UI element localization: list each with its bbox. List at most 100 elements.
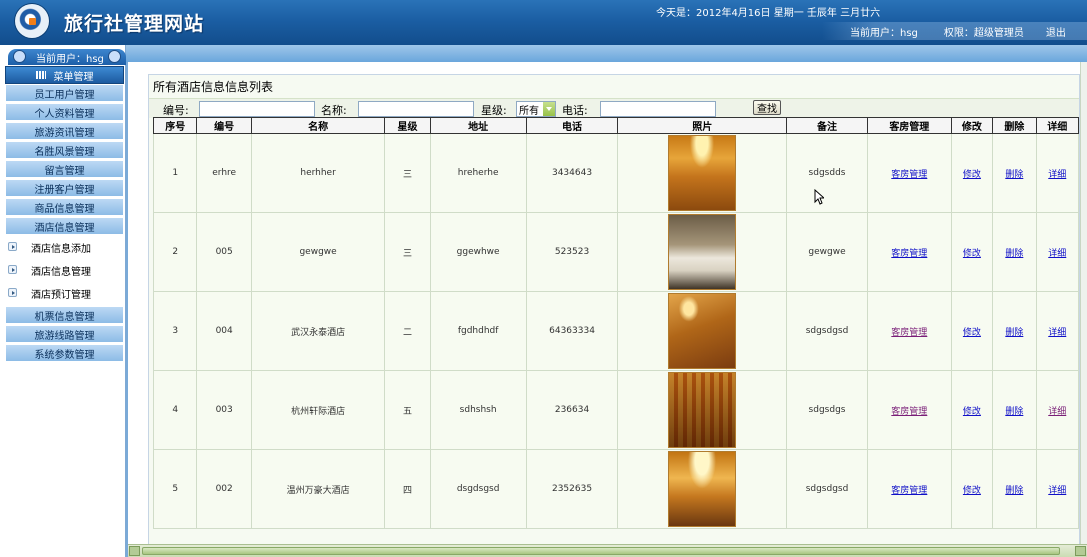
sidebar-item-customers[interactable]: 注册客户管理 [5,179,124,197]
sidebar-item-flights[interactable]: 机票信息管理 [5,306,124,324]
sidebar-item-messages[interactable]: 留言管理 [5,160,124,178]
delete-link[interactable]: 删除 [1005,249,1023,259]
row-name-cell: gewgwe [250,212,386,292]
row-note: sdgsdgsd [805,484,849,494]
room-manage-link[interactable]: 客房管理 [891,486,927,496]
row-address-cell: fgdhdhdf [429,291,527,371]
main-content: 所有酒店信息信息列表 编号: 名称: 星级: 所有 电话: 查找 序号 编号 名… [128,62,1080,544]
delete-link[interactable]: 删除 [1005,170,1023,180]
sidebar-item-profile[interactable]: 个人资料管理 [5,103,124,121]
row-star: 三 [402,169,412,180]
row-phone-cell: 236634 [525,370,619,450]
row-star: 五 [402,406,412,417]
ring-icon [108,50,121,63]
edit-link[interactable]: 修改 [963,328,981,338]
scroll-thumb[interactable] [142,547,1060,555]
row-index-cell: 5 [152,449,198,529]
delete-link[interactable]: 删除 [1005,328,1023,338]
code-input[interactable] [199,101,315,117]
row-photo-cell [617,449,788,529]
sidebar-item-routes[interactable]: 旅游线路管理 [5,325,124,343]
row-note: sdgsdgsd [805,326,849,336]
sidebar-subitem-hotel-add[interactable]: 酒店信息添加 [0,236,125,259]
row-photo-cell [617,133,788,213]
row-note-cell: sdgsdgsd [786,291,868,371]
row-code: 003 [215,405,233,415]
sidebar-subitem-label: 酒店预订管理 [31,290,91,301]
delete-link[interactable]: 删除 [1005,486,1023,496]
hotel-photo [668,214,737,290]
sidebar-item-scenery[interactable]: 名胜风景管理 [5,141,124,159]
room-manage-link[interactable]: 客房管理 [891,407,927,417]
star-select-value: 所有 [519,105,539,117]
sidebar-subitem-label: 酒店信息管理 [31,267,91,278]
row-address: dsgdsgsd [456,484,500,494]
edit-link[interactable]: 修改 [963,407,981,417]
logo-icon [15,4,49,38]
row-note-cell: sdgsdds [786,133,868,213]
row-code: 005 [215,247,233,257]
delete-link-cell: 删除 [992,449,1037,529]
detail-link[interactable]: 详细 [1048,249,1066,259]
table-row: 2 005 gewgwe 三 ggewhwe 523523 gewgwe 客房管理 修改 删除 详细 [152,212,1080,292]
detail-link[interactable]: 详细 [1048,328,1066,338]
scroll-left-icon[interactable] [129,546,140,556]
sidebar-item-hotels[interactable]: 酒店信息管理 [5,217,124,235]
arrow-right-icon [8,265,17,274]
row-name: herhher [300,168,336,178]
detail-link[interactable]: 详细 [1048,486,1066,496]
hotel-photo [668,451,737,527]
detail-link[interactable]: 详细 [1048,170,1066,180]
search-button[interactable]: 查找 [753,100,781,115]
name-input[interactable] [358,101,474,117]
edit-link[interactable]: 修改 [963,486,981,496]
edit-link[interactable]: 修改 [963,249,981,259]
detail-link-cell: 详细 [1035,133,1080,213]
row-code: 002 [215,484,233,494]
room-manage-link[interactable]: 客房管理 [891,249,927,259]
star-select[interactable]: 所有 [516,101,556,117]
sidebar-subitem-label: 酒店信息添加 [31,244,91,255]
arrow-right-icon [8,288,17,297]
row-photo-cell [617,370,788,450]
detail-link-cell: 详细 [1035,370,1080,450]
sidebar-item-travel-news[interactable]: 旅游资讯管理 [5,122,124,140]
sidebar-item-staff[interactable]: 员工用户管理 [5,84,124,102]
horizontal-scrollbar[interactable] [128,544,1087,557]
row-star-cell: 三 [384,212,431,292]
code-label: 编号: [163,104,189,117]
col-header: 客房管理 [866,117,952,134]
detail-link[interactable]: 详细 [1048,407,1066,417]
row-code-cell: 004 [196,291,252,371]
sidebar-item-goods[interactable]: 商品信息管理 [5,198,124,216]
edit-link[interactable]: 修改 [963,170,981,180]
menu-header[interactable]: 菜单管理 [5,66,124,84]
menu-header-label: 菜单管理 [53,71,94,83]
sidebar-item-system[interactable]: 系统参数管理 [5,344,124,362]
room-manage-link[interactable]: 客房管理 [891,170,927,180]
row-code-cell: 005 [196,212,252,292]
name-label: 名称: [321,104,347,117]
col-header: 修改 [950,117,994,134]
phone-input[interactable] [600,101,716,117]
delete-link[interactable]: 删除 [1005,407,1023,417]
room-manage-link[interactable]: 客房管理 [891,328,927,338]
scroll-right-icon[interactable] [1075,546,1086,556]
row-star-cell: 五 [384,370,431,450]
col-header: 删除 [992,117,1037,134]
row-note: gewgwe [808,247,846,257]
site-title: 旅行社管理网站 [64,13,205,35]
room-manage-link-cell: 客房管理 [866,291,952,371]
logout-link[interactable]: 退出 [1046,24,1066,39]
row-address: ggewhwe [456,247,500,257]
row-star: 二 [402,327,412,338]
date-text: 今天是：2012年4月16日 星期一 壬辰年 三月廿六 [656,8,881,19]
menu-bars-icon [35,71,46,79]
vertical-scrollbar[interactable] [1080,62,1087,544]
col-header: 序号 [152,117,198,134]
delete-link-cell: 删除 [992,212,1037,292]
edit-link-cell: 修改 [950,370,994,450]
sidebar-subitem-hotel-booking[interactable]: 酒店预订管理 [0,282,125,305]
col-header: 照片 [617,117,788,134]
sidebar-subitem-hotel-manage[interactable]: 酒店信息管理 [0,259,125,282]
